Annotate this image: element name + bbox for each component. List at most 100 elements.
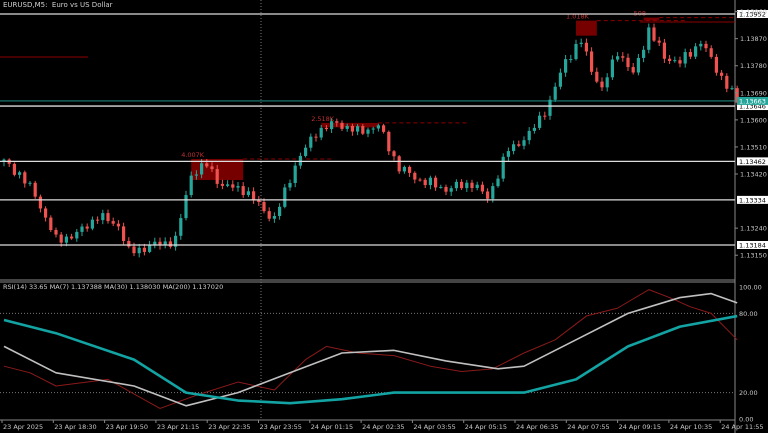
level-price-label: 1.13462 [739, 158, 766, 166]
bullish-candle [283, 187, 287, 207]
bullish-candle [496, 178, 500, 187]
bearish-candle [652, 27, 656, 41]
bullish-candle [137, 247, 141, 254]
time-tick-label: 24 Apr 06:35 [516, 423, 558, 431]
bearish-candle [33, 182, 37, 197]
bearish-candle [387, 131, 391, 152]
price-tick-label: 1.13150 [740, 252, 767, 260]
bullish-candle [304, 147, 308, 156]
bullish-candle [569, 59, 573, 61]
time-tick-label: 23 Apr 22:35 [208, 423, 250, 431]
time-tick-label: 23 Apr 23:55 [260, 423, 302, 431]
bullish-candle [278, 206, 282, 217]
bullish-candle [356, 126, 360, 132]
bearish-candle [116, 223, 120, 227]
time-tick-label: 24 Apr 09:15 [619, 423, 661, 431]
bearish-candle [725, 75, 729, 89]
bullish-candle [538, 115, 542, 128]
bearish-candle [231, 184, 235, 188]
bullish-candle [579, 42, 583, 44]
bullish-candle [184, 195, 188, 219]
bearish-candle [314, 136, 318, 138]
bearish-candle [590, 51, 594, 72]
bearish-candle [122, 226, 126, 241]
bearish-candle [408, 166, 412, 173]
bearish-candle [23, 172, 27, 184]
bearish-candle [413, 172, 417, 180]
bullish-candle [647, 27, 651, 50]
bullish-candle [449, 188, 453, 192]
bullish-candle [548, 99, 552, 116]
bullish-candle [574, 43, 578, 60]
zone-volume-label: 4.007K [181, 151, 205, 159]
bullish-candle [616, 56, 620, 60]
price-chart[interactable]: 4.007K2.518K1.018K5081.139521.136461.134… [0, 0, 768, 433]
bearish-candle [714, 56, 718, 73]
bullish-candle [80, 226, 84, 232]
bearish-candle [470, 182, 474, 188]
bearish-candle [142, 247, 146, 252]
bullish-candle [642, 49, 646, 58]
bearish-candle [600, 81, 604, 88]
bullish-candle [371, 128, 375, 130]
time-tick-label: 24 Apr 02:35 [362, 423, 404, 431]
bullish-candle [101, 213, 105, 221]
bearish-candle [324, 127, 328, 130]
bearish-candle [59, 234, 63, 243]
bullish-candle [694, 46, 698, 57]
bearish-candle [543, 115, 547, 117]
price-tick-label: 1.13600 [740, 116, 767, 124]
bullish-candle [683, 52, 687, 64]
rsi-tick-label: 20.00 [739, 389, 758, 397]
bearish-candle [267, 211, 271, 219]
bearish-candle [127, 240, 131, 247]
bearish-candle [678, 60, 682, 64]
time-tick-label: 24 Apr 11:55 [721, 423, 763, 431]
bullish-candle [236, 186, 240, 188]
bearish-candle [132, 246, 136, 254]
bullish-candle [246, 191, 250, 196]
bearish-candle [85, 226, 89, 229]
rsi-ma200-line [3, 314, 738, 405]
bullish-candle [636, 57, 640, 73]
bearish-candle [252, 191, 256, 200]
bearish-candle [392, 151, 396, 157]
bearish-candle [626, 57, 630, 68]
bearish-candle [720, 72, 724, 76]
bearish-candle [444, 186, 448, 192]
bullish-candle [189, 175, 193, 196]
bullish-candle [194, 174, 198, 176]
time-tick-label: 24 Apr 07:55 [567, 423, 609, 431]
bearish-candle [220, 183, 224, 186]
price-tick-label: 1.13510 [740, 143, 767, 151]
price-tick-label: 1.13690 [740, 89, 767, 97]
bearish-candle [335, 121, 339, 123]
bullish-candle [148, 244, 152, 252]
bullish-candle [673, 60, 677, 62]
bullish-candle [491, 186, 495, 199]
bullish-candle [610, 59, 614, 78]
bullish-candle [475, 184, 479, 188]
bullish-candle [428, 177, 432, 186]
bearish-candle [361, 126, 365, 134]
bullish-candle [90, 219, 94, 229]
bearish-candle [621, 56, 625, 58]
bearish-candle [205, 163, 209, 167]
bullish-candle [564, 59, 568, 73]
current-price-label: 1.13663 [739, 97, 766, 105]
supply-zone [643, 17, 660, 21]
bullish-candle [532, 127, 536, 131]
bearish-candle [106, 213, 110, 222]
bearish-candle [340, 122, 344, 129]
rsi-ma30-line [3, 292, 738, 407]
bullish-candle [402, 166, 406, 172]
bearish-candle [668, 58, 672, 62]
bullish-candle [506, 151, 510, 157]
bullish-candle [730, 88, 734, 90]
bearish-candle [480, 184, 484, 192]
bearish-candle [397, 156, 401, 172]
level-price-label: 1.13334 [739, 196, 766, 204]
bearish-candle [210, 166, 214, 170]
bearish-candle [241, 186, 245, 196]
bullish-candle [28, 182, 32, 184]
